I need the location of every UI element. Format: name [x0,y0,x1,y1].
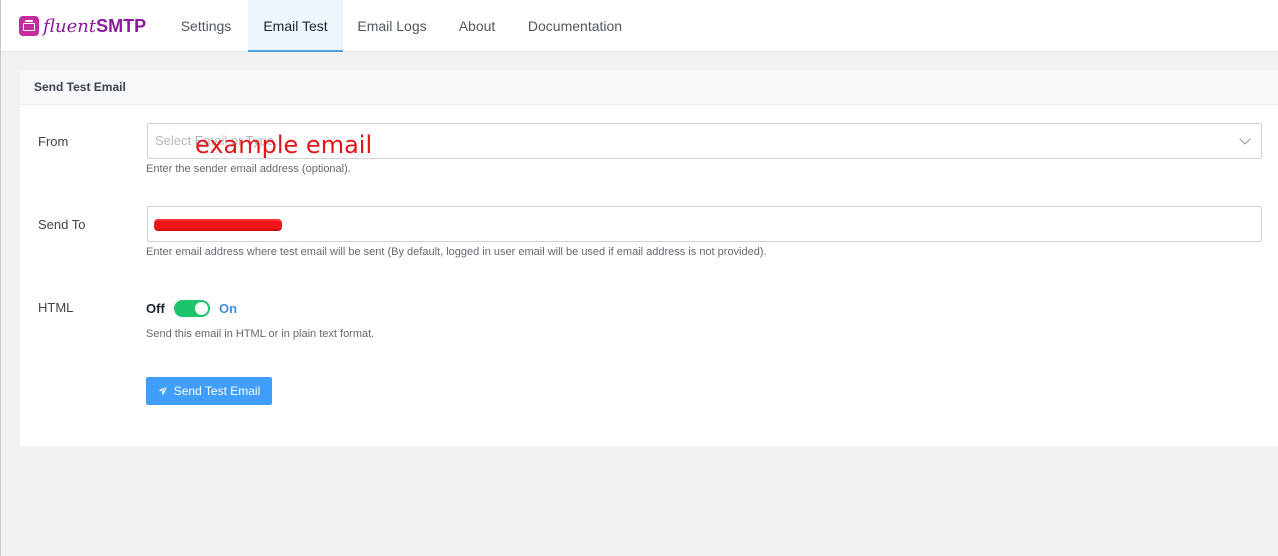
tab-about[interactable]: About [441,0,513,52]
from-help-text: Enter the sender email address (optional… [146,163,351,175]
html-help-text: Send this email in HTML or in plain text… [146,328,375,340]
html-on-label: On [219,301,238,316]
tab-documentation[interactable]: Documentation [513,0,637,52]
send-to-help-text: Enter email address where test email wil… [146,246,767,258]
tab-email-logs[interactable]: Email Logs [343,0,441,52]
chevron-down-icon[interactable] [1239,133,1251,145]
toggle-knob [195,302,208,315]
example-email-annotation: example email [195,131,373,159]
send-test-email-label: Send Test Email [173,384,261,398]
html-off-label: Off [146,301,165,316]
fluentsmtp-logo-icon [19,16,39,36]
send-to-label: Send To [38,217,86,232]
send-test-email-button[interactable]: Send Test Email [146,377,272,405]
send-to-email-input[interactable] [147,206,1262,242]
fluentsmtp-logo[interactable]: fluentSMTP [19,14,146,38]
top-navigation: fluentSMTP Settings Email Test Email Log… [1,0,1278,52]
html-label: HTML [38,300,74,315]
send-test-email-card: Send Test Email From Select Email or Typ… [20,70,1278,446]
from-email-select[interactable]: Select Email or Type example email [147,123,1262,159]
paper-plane-icon [158,386,168,396]
tab-settings[interactable]: Settings [164,0,248,52]
tab-email-test[interactable]: Email Test [248,0,343,52]
card-title: Send Test Email [20,70,1278,105]
from-label: From [38,134,69,149]
html-toggle-switch[interactable] [174,300,210,317]
logo-text: fluentSMTP [43,15,147,37]
redacted-email-value [154,221,282,229]
